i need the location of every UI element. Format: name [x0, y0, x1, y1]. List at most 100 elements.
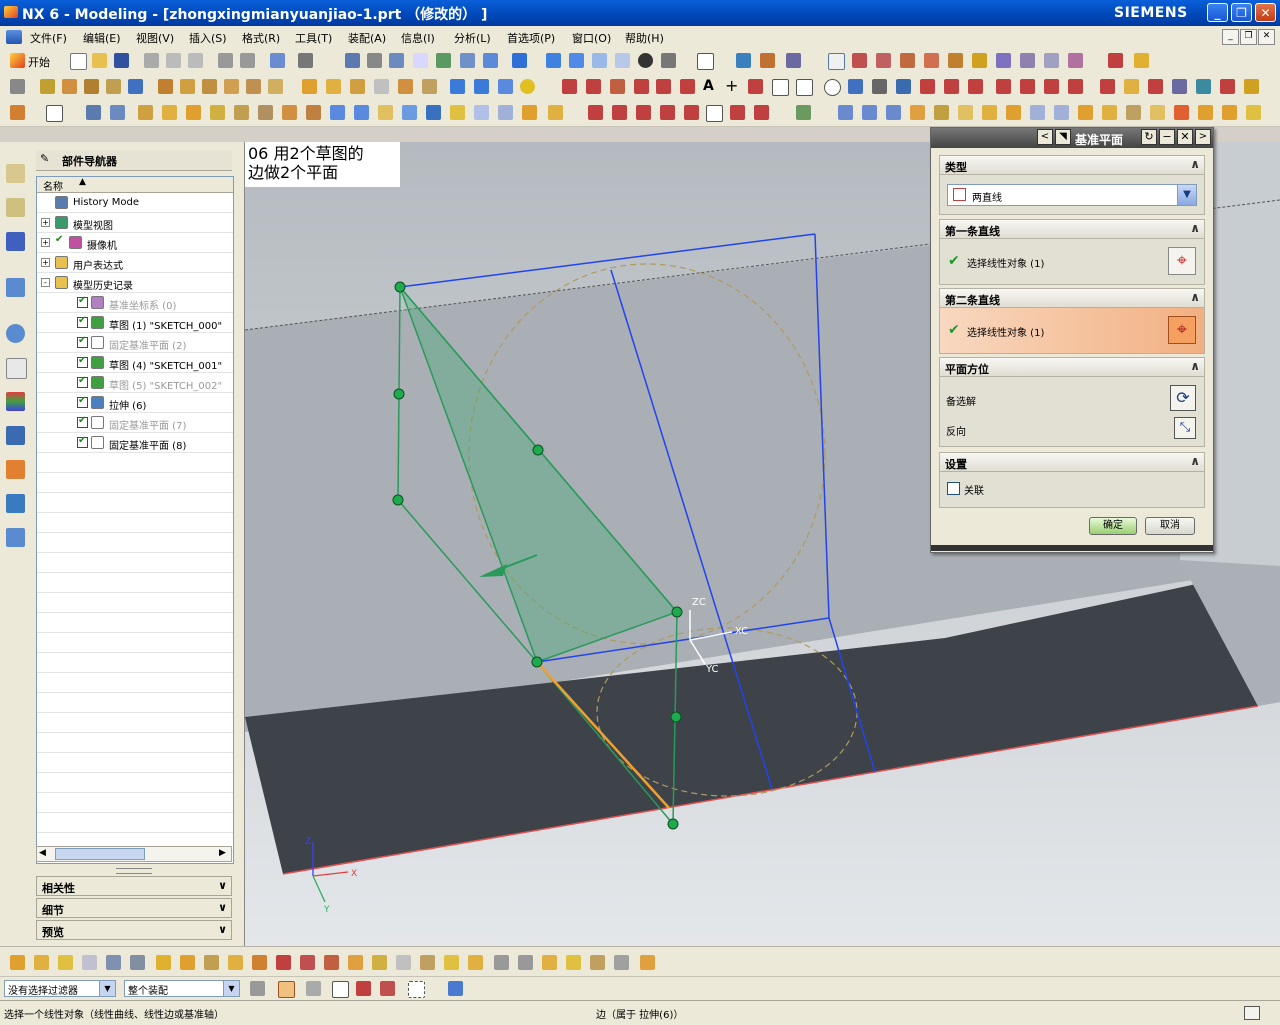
- section-first-line-header[interactable]: 第一条直线 ∧: [939, 219, 1205, 239]
- copy-icon[interactable]: [166, 53, 181, 68]
- pad-tool-icon[interactable]: [224, 79, 239, 94]
- suppress-icon[interactable]: [130, 955, 145, 970]
- tree-row[interactable]: 固定基准平面 (2): [37, 333, 233, 353]
- trim-sheet-icon[interactable]: [234, 105, 249, 120]
- offset-curve-icon[interactable]: [680, 79, 695, 94]
- replace-feature-icon[interactable]: [106, 955, 121, 970]
- tree-row[interactable]: History Mode: [37, 193, 233, 213]
- shell-icon[interactable]: [374, 79, 389, 94]
- prev-dialog-icon[interactable]: <: [1037, 129, 1053, 145]
- measure-icon[interactable]: [1108, 53, 1123, 68]
- group-face-icon[interactable]: [494, 955, 509, 970]
- tube-tool-icon[interactable]: [106, 79, 121, 94]
- fill-surface-icon[interactable]: [1006, 105, 1021, 120]
- layer-icon[interactable]: [697, 53, 714, 70]
- studio-spline-icon[interactable]: [656, 79, 671, 94]
- chevron-down-icon[interactable]: ▼: [99, 981, 115, 996]
- information-window-icon[interactable]: [1244, 1006, 1260, 1020]
- web-browser-icon[interactable]: [6, 528, 25, 547]
- spline-icon[interactable]: [634, 79, 649, 94]
- snap-on-face-icon[interactable]: [1044, 53, 1059, 68]
- sync-more-icon[interactable]: [640, 955, 655, 970]
- trim-body-icon[interactable]: [422, 79, 437, 94]
- join-curve-icon[interactable]: [968, 79, 983, 94]
- circle-icon[interactable]: [610, 79, 625, 94]
- visibility-checkbox[interactable]: [55, 234, 66, 248]
- visibility-checkbox[interactable]: [77, 375, 88, 388]
- datum-tool-icon[interactable]: [10, 105, 25, 120]
- block-tool-icon[interactable]: [128, 79, 143, 94]
- start-icon[interactable]: [10, 53, 25, 68]
- edit-section-icon[interactable]: [590, 955, 605, 970]
- edit-position-icon[interactable]: [34, 955, 49, 970]
- ok-button[interactable]: 确定: [1089, 517, 1137, 535]
- snap-icon[interactable]: [760, 53, 775, 68]
- menu-tools[interactable]: 工具(T): [295, 30, 332, 46]
- offset-face-curve-icon[interactable]: [1172, 79, 1187, 94]
- menu-view[interactable]: 视图(V): [136, 30, 174, 46]
- cylinder-icon[interactable]: [474, 79, 489, 94]
- process-studio-icon[interactable]: [6, 392, 25, 411]
- menu-insert[interactable]: 插入(S): [189, 30, 227, 46]
- visibility-checkbox[interactable]: [77, 315, 88, 328]
- zoom-region-icon[interactable]: [367, 53, 382, 68]
- analysis-icon[interactable]: [796, 105, 811, 120]
- visibility-checkbox[interactable]: [77, 355, 88, 368]
- ruled-icon[interactable]: [982, 105, 997, 120]
- project-curve-icon[interactable]: [848, 79, 863, 94]
- visibility-checkbox[interactable]: [77, 395, 88, 408]
- cancel-button[interactable]: 取消: [1145, 517, 1195, 535]
- playback-icon[interactable]: [252, 955, 267, 970]
- global-shaping-icon[interactable]: [1198, 105, 1213, 120]
- menu-window[interactable]: 窗口(O): [572, 30, 611, 46]
- edit-curve-icon[interactable]: [1068, 79, 1083, 94]
- polygon-icon[interactable]: [796, 79, 813, 96]
- render-icon[interactable]: [661, 53, 676, 68]
- rotate-icon[interactable]: [436, 53, 451, 68]
- intersect-icon[interactable]: [138, 105, 153, 120]
- visibility-checkbox[interactable]: [77, 335, 88, 348]
- transition-icon[interactable]: [958, 105, 973, 120]
- snap-point-icon[interactable]: [996, 53, 1011, 68]
- point-snap-icon[interactable]: [278, 981, 295, 998]
- start-button[interactable]: 开始: [28, 54, 50, 70]
- reuse-library-icon[interactable]: [6, 278, 25, 297]
- minimize-button[interactable]: _: [1207, 3, 1228, 22]
- perspective-icon[interactable]: [483, 53, 498, 68]
- selection-priority-icon[interactable]: [250, 981, 265, 996]
- line-icon[interactable]: [562, 79, 577, 94]
- linked-face-icon[interactable]: [518, 955, 533, 970]
- select-icon[interactable]: [270, 53, 285, 68]
- delay-update-icon[interactable]: [204, 955, 219, 970]
- snap-end-icon[interactable]: [852, 53, 867, 68]
- undo-icon[interactable]: [218, 53, 233, 68]
- delete-face-icon[interactable]: [396, 955, 411, 970]
- type-dropdown[interactable]: 两直线 ▼: [947, 184, 1197, 206]
- snap-quadrant-icon[interactable]: [972, 53, 987, 68]
- through-mesh-icon[interactable]: [862, 105, 877, 120]
- sketch-constraint-icon[interactable]: [588, 105, 603, 120]
- sew-icon[interactable]: [162, 105, 177, 120]
- tree-row[interactable]: 拉伸 (6): [37, 393, 233, 413]
- paste-icon[interactable]: [188, 53, 203, 68]
- mirror-face-icon[interactable]: [566, 955, 581, 970]
- undo-selection-icon[interactable]: [306, 981, 321, 996]
- tree-row[interactable]: 基准坐标系 (0): [37, 293, 233, 313]
- scroll-left-icon[interactable]: ◀: [39, 848, 46, 858]
- tree-row[interactable]: + 模型视图: [37, 213, 233, 233]
- name-column-header[interactable]: 名称 ▲: [37, 177, 233, 193]
- expand-icon[interactable]: +: [41, 218, 50, 227]
- associative-checkbox[interactable]: [947, 482, 960, 495]
- extend-sketch-icon[interactable]: [660, 105, 675, 120]
- panel-preview[interactable]: 预览 ∨: [36, 920, 232, 940]
- history-icon[interactable]: [6, 324, 25, 343]
- view-top-icon[interactable]: [569, 53, 584, 68]
- roles-icon[interactable]: [6, 460, 25, 479]
- new-file-icon[interactable]: [70, 53, 87, 70]
- cut-icon[interactable]: [144, 53, 159, 68]
- law-curve-icon[interactable]: [920, 79, 935, 94]
- assembly-navigator-icon[interactable]: [6, 164, 25, 183]
- swept-surface-icon[interactable]: [886, 105, 901, 120]
- offset-sketch-icon[interactable]: [754, 105, 769, 120]
- enlarge-icon[interactable]: [1126, 105, 1141, 120]
